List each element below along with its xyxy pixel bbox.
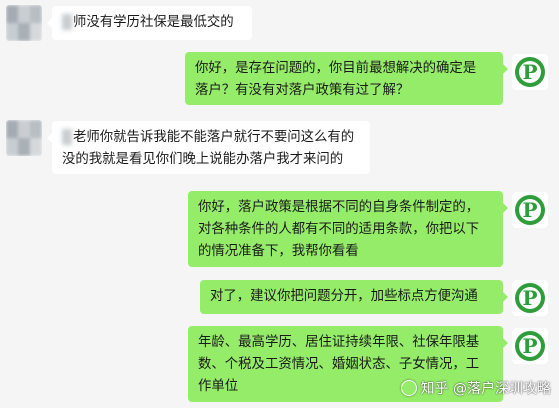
- redacted-text: [62, 129, 72, 145]
- redacted-text: [62, 14, 72, 30]
- logo-avatar-icon[interactable]: P: [512, 328, 548, 364]
- logo-avatar-icon[interactable]: P: [512, 54, 548, 90]
- message-line: 你好，落户政策是根据不同的自身条件制定的，: [198, 200, 480, 215]
- contact-avatar[interactable]: [6, 120, 42, 156]
- logo-avatar-icon[interactable]: P: [512, 192, 548, 228]
- blurred-avatar-image: [6, 120, 42, 156]
- message-line: 数、个税及工资情况、婚姻状态、子女情况，工: [198, 357, 480, 372]
- message-line: 的情况准备下，我帮你看看: [198, 244, 359, 259]
- svg-text:P: P: [522, 334, 537, 358]
- message-line: 你好，是存在问题的，你目前最想解决的确定是: [195, 61, 477, 76]
- message-bubble-outgoing[interactable]: 对了，建议你把问题分开，加些标点方便沟通: [200, 280, 508, 314]
- svg-text:P: P: [522, 286, 537, 310]
- svg-text:P: P: [522, 60, 537, 84]
- message-bubble-outgoing[interactable]: 你好，是存在问题的，你目前最想解决的确定是 落户？有没有对落户政策有过了解？: [185, 52, 508, 105]
- contact-avatar[interactable]: [6, 5, 42, 41]
- svg-text:P: P: [522, 198, 537, 222]
- message-bubble-incoming[interactable]: 师没有学历社保是最低交的: [47, 6, 252, 40]
- message-line: 对了，建议你把问题分开，加些标点方便沟通: [210, 289, 478, 304]
- blurred-avatar-image: [6, 5, 42, 41]
- message-line: 师没有学历社保是最低交的: [73, 15, 234, 30]
- message-line: 老师你就告诉我能不能落户就行不要问这么有的: [62, 127, 360, 149]
- message-bubble-incoming[interactable]: 老师你就告诉我能不能落户就行不要问这么有的 没的我就是看见你们晚上说能办落户我才…: [47, 121, 370, 174]
- message-line: 落户？有没有对落户政策有过了解？: [195, 83, 410, 98]
- logo-avatar-icon[interactable]: P: [512, 280, 548, 316]
- message-bubble-outgoing[interactable]: 你好，落户政策是根据不同的自身条件制定的， 对各种条件的人都有不同的适用条款，你…: [188, 191, 508, 267]
- wechat-circle-icon: [400, 380, 417, 396]
- watermark: 知乎 @落户深圳攻略: [400, 378, 551, 398]
- watermark-text: 知乎 @落户深圳攻略: [420, 381, 551, 397]
- message-line: 没的我就是看见你们晚上说能办落户我才来问的: [62, 152, 344, 167]
- message-line: 年龄、最高学历、居住证持续年限、社保年限基: [198, 335, 480, 350]
- message-line: 对各种条件的人都有不同的适用条款，你把以下: [198, 222, 480, 237]
